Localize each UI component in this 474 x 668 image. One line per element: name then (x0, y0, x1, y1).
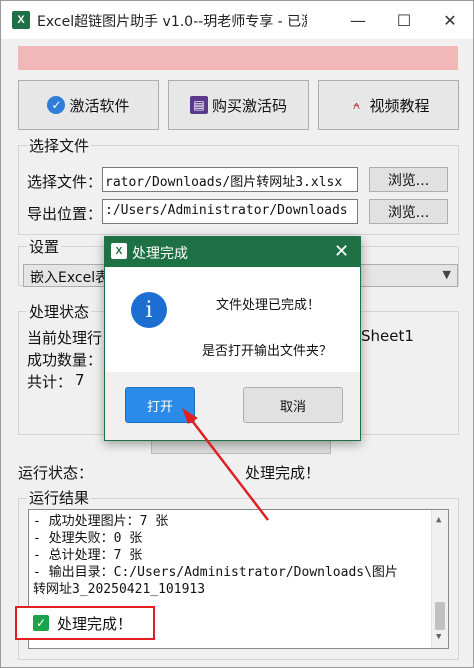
run-status-label: 运行状态： (18, 464, 94, 482)
done-text: 处理完成！ (57, 614, 133, 633)
select-file-input[interactable]: rator/Downloads/图片转网址3.xlsx (102, 167, 358, 192)
embed-mode-value: 嵌入Excel表 (30, 270, 110, 286)
cancel-button[interactable]: 取消 (243, 387, 343, 423)
open-folder-button[interactable]: 打开 (125, 387, 195, 423)
title-bar: X Excel超链图片助手 v1.0--玥老师专享 - 已激... — ☐ ✕ (1, 1, 473, 39)
settings-label: 设置 (27, 236, 62, 257)
activate-button[interactable]: ✓ 激活软件 (18, 80, 159, 130)
total-label: 共计： (27, 373, 73, 391)
window-title: Excel超链图片助手 v1.0--玥老师专享 - 已激... (37, 14, 307, 30)
minimize-button[interactable]: — (335, 1, 381, 39)
success-count-label: 成功数量： (27, 351, 103, 369)
dialog-message-2: 是否打开输出文件夹？ (202, 344, 333, 359)
excel-app-icon: X (12, 11, 30, 29)
scroll-thumb[interactable] (435, 602, 445, 630)
check-circle-icon: ✓ (47, 96, 66, 114)
activate-button-label: 激活软件 (69, 96, 130, 115)
log-line: 转网址3_20250421_101913 (33, 582, 206, 597)
scroll-up-icon[interactable]: ▲ (436, 512, 441, 529)
buy-code-button[interactable]: ▤ 购买激活码 (168, 80, 309, 130)
current-row-label: 当前处理行 (27, 329, 103, 347)
log-scrollbar[interactable]: ▲ ▼ (431, 510, 448, 648)
log-line: - 处理失败：0 张 (33, 531, 143, 546)
done-highlight: ✓ 处理完成！ (15, 606, 155, 640)
export-location-input[interactable]: :/Users/Administrator/Downloads (102, 199, 358, 224)
video-button-label: 视频教程 (369, 96, 430, 115)
browse-output-button[interactable]: 浏览... (369, 199, 448, 224)
export-location-label: 导出位置： (27, 205, 103, 223)
excel-app-icon: X (111, 243, 127, 259)
maximize-button[interactable]: ☐ (381, 1, 427, 39)
run-status-value: 处理完成！ (245, 464, 321, 482)
select-file-label: 选择文件： (27, 173, 103, 191)
buy-button-label: 购买激活码 (211, 96, 287, 115)
dialog-message-1: 文件处理已完成！ (216, 298, 321, 313)
completion-dialog: X 处理完成 ✕ i 文件处理已完成！ 是否打开输出文件夹？ 打开 取消 (104, 236, 361, 441)
progress-bar (151, 440, 331, 454)
log-line: - 总计处理：7 张 (33, 548, 143, 563)
results-label: 运行结果 (27, 487, 92, 508)
green-check-icon: ✓ (33, 615, 49, 631)
browse-input-button[interactable]: 浏览... (369, 167, 448, 192)
log-line: - 输出目录：C:/Users/Administrator/Downloads\… (33, 565, 398, 580)
close-button[interactable]: ✕ (427, 1, 473, 39)
file-group-label: 选择文件 (27, 135, 92, 156)
dialog-close-icon[interactable]: ✕ (334, 241, 349, 262)
chevron-down-icon: ▼ (442, 268, 451, 281)
current-sheet-value: Sheet1 (361, 327, 414, 345)
purchase-icon: ▤ (189, 96, 208, 114)
video-tutorial-button[interactable]: ⍲ 视频教程 (318, 80, 459, 130)
video-icon: ⍲ (352, 97, 361, 112)
dialog-title: 处理完成 (132, 246, 188, 262)
total-value: 7 (75, 371, 85, 389)
status-label: 处理状态 (27, 301, 92, 322)
info-icon: i (131, 292, 167, 328)
status-banner (18, 46, 458, 70)
scroll-down-icon[interactable]: ▼ (436, 629, 441, 646)
dialog-title-bar: X 处理完成 ✕ (105, 237, 360, 267)
log-line: - 成功处理图片：7 张 (33, 514, 169, 529)
